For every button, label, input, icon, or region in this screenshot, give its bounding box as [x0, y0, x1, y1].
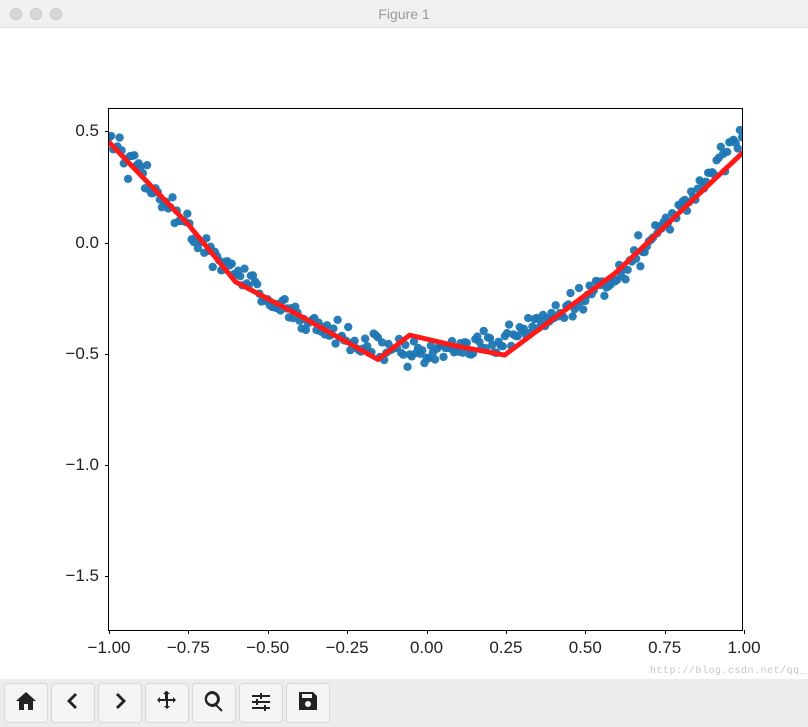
- maximize-window-button[interactable]: [50, 8, 62, 20]
- sliders-icon: [249, 689, 273, 718]
- magnify-icon: [202, 689, 226, 718]
- close-window-button[interactable]: [10, 8, 22, 20]
- xtick-label: 0.75: [648, 630, 681, 658]
- watermark-text: http://blog.csdn.net/qq_: [650, 666, 806, 677]
- home-button[interactable]: [4, 683, 48, 723]
- xtick-label: 0.00: [410, 630, 443, 658]
- xtick-label: −0.50: [246, 630, 289, 658]
- back-button[interactable]: [51, 683, 95, 723]
- arrow-right-icon: [108, 689, 132, 718]
- matplotlib-toolbar: [0, 679, 808, 727]
- xtick-label: 0.50: [569, 630, 602, 658]
- xtick-label: −0.75: [167, 630, 210, 658]
- ytick-label: 0.5: [75, 121, 109, 141]
- xtick-label: −0.25: [326, 630, 369, 658]
- window-title: Figure 1: [378, 6, 429, 22]
- configure-button[interactable]: [239, 683, 283, 723]
- ytick-label: −0.5: [65, 344, 109, 364]
- plot-svg: [109, 109, 742, 630]
- ytick-label: 0.0: [75, 233, 109, 253]
- window-titlebar: Figure 1: [0, 0, 808, 28]
- forward-button[interactable]: [98, 683, 142, 723]
- ytick-label: −1.0: [65, 455, 109, 475]
- save-button[interactable]: [286, 683, 330, 723]
- xtick-label: 1.00: [727, 630, 760, 658]
- move-icon: [155, 689, 179, 718]
- traffic-lights: [10, 8, 62, 20]
- pan-button[interactable]: [145, 683, 189, 723]
- xtick-label: 0.25: [489, 630, 522, 658]
- home-icon: [14, 689, 38, 718]
- save-icon: [296, 689, 320, 718]
- ytick-label: −1.5: [65, 566, 109, 586]
- xtick-label: −1.00: [87, 630, 130, 658]
- figure-canvas: −1.5 −1.0 −0.5 0.0 0.5 −1.00 −0.75 −0.50 −0.25 0…: [0, 28, 808, 679]
- arrow-left-icon: [61, 689, 85, 718]
- minimize-window-button[interactable]: [30, 8, 42, 20]
- plot-axes: −1.5−1.0−0.50.00.5 −1.00−0.75−0.50−0.250…: [108, 108, 743, 631]
- zoom-button[interactable]: [192, 683, 236, 723]
